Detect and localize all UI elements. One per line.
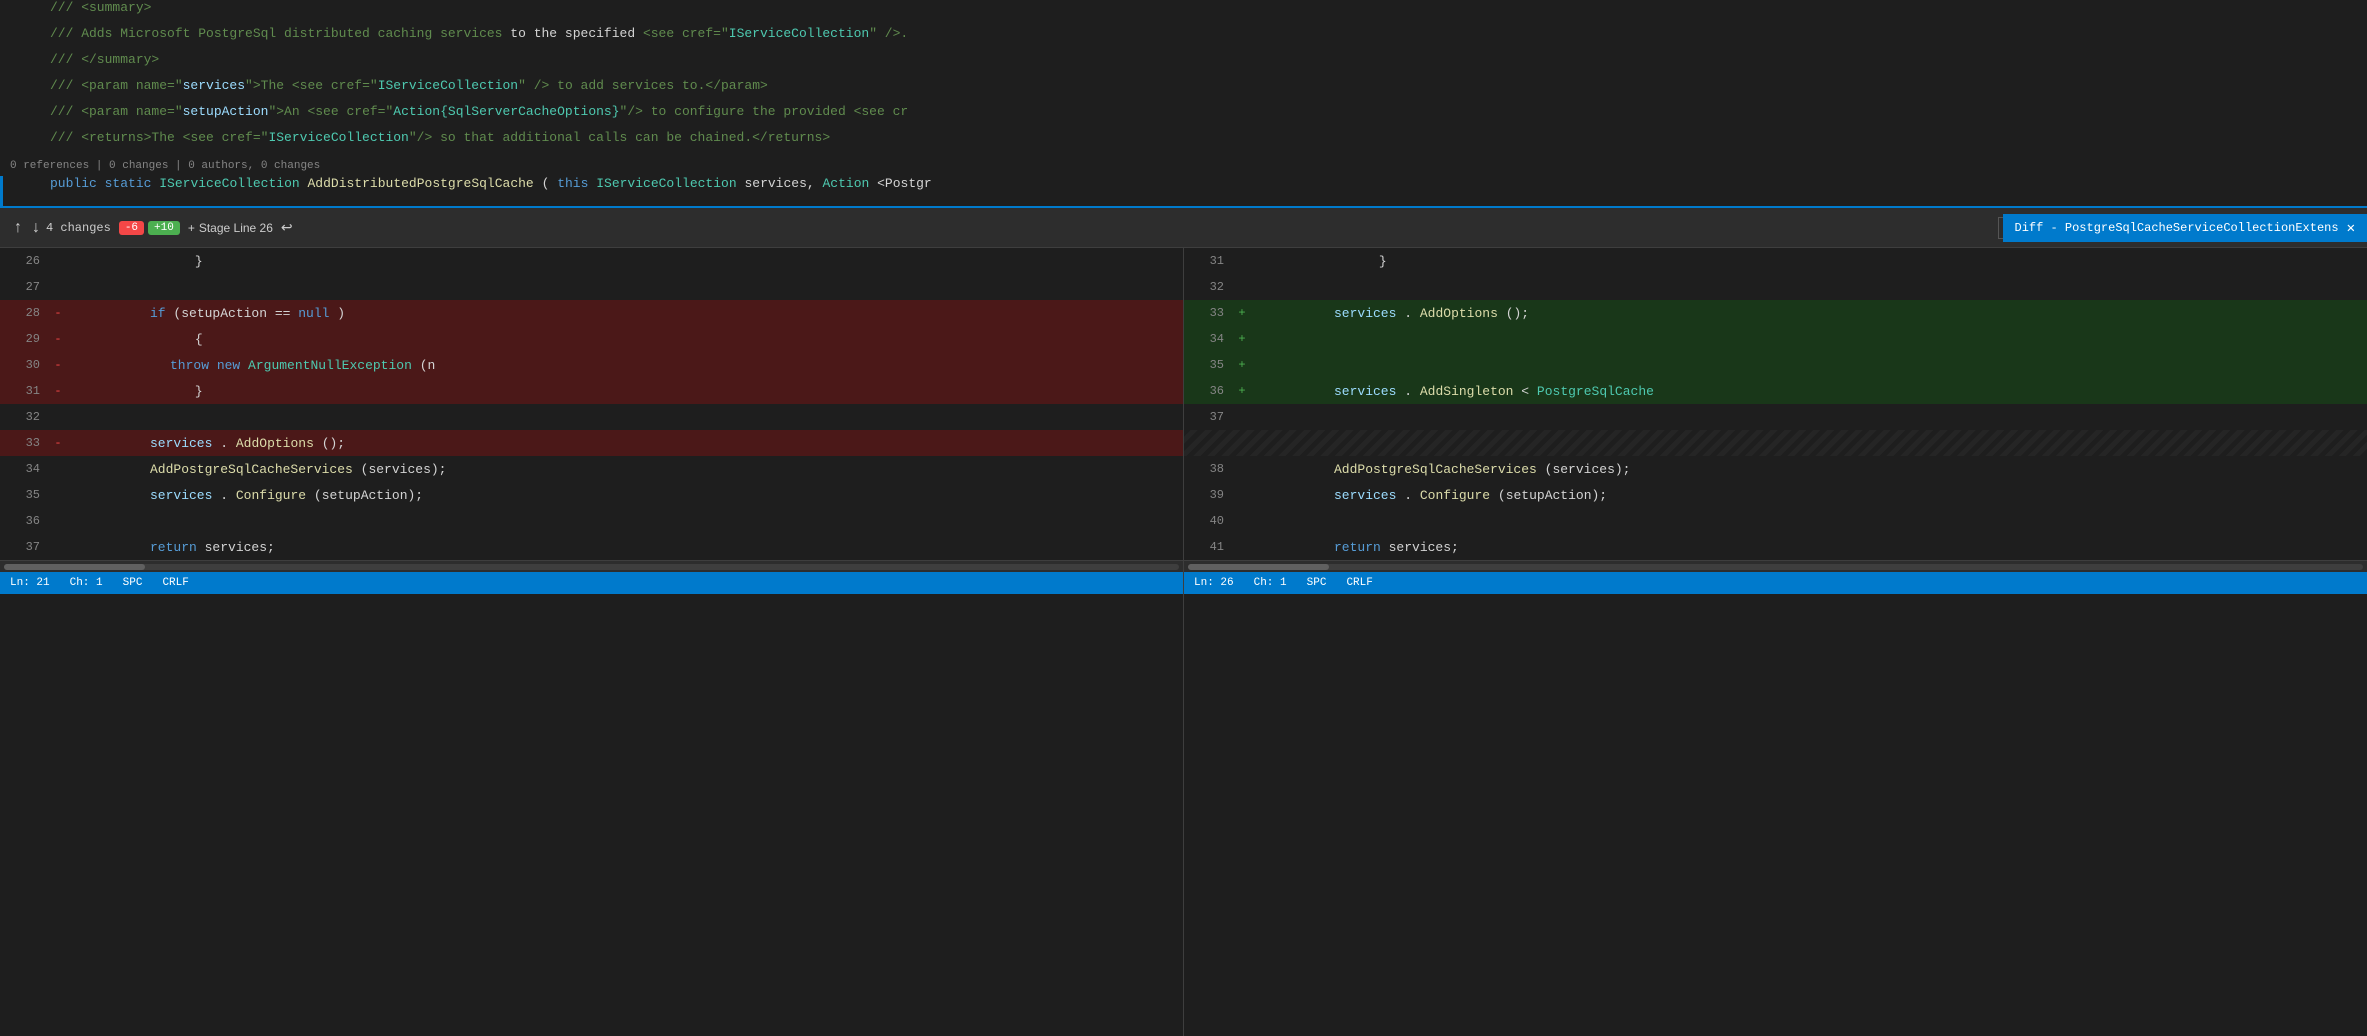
diff-left-line-29: 29 - { — [0, 326, 1183, 352]
plus-icon: + — [188, 221, 195, 235]
close-diff-button[interactable]: ✕ — [2347, 220, 2355, 237]
scrollbar-thumb-right[interactable] — [1188, 564, 1329, 570]
references-line: 0 references | 0 changes | 0 authors, 0 … — [0, 156, 2367, 176]
diff-left-content: 26 } 27 28 - — [0, 248, 1183, 560]
diff-right-line-31: 31 } — [1184, 248, 2367, 274]
changes-count: 4 changes — [46, 221, 111, 235]
status-crlf-left: CRLF — [162, 577, 188, 589]
diff-left-line-34: 34 AddPostgreSqlCacheServices (services)… — [0, 456, 1183, 482]
diff-right-line-36: 36 + services . AddSingleton < PostgreSq… — [1184, 378, 2367, 404]
diff-left-scrollbar[interactable] — [0, 560, 1183, 572]
diff-left-pane[interactable]: 26 } 27 28 - — [0, 248, 1184, 1036]
diff-left-line-37: 37 return services; — [0, 534, 1183, 560]
diff-right-line-38: 38 AddPostgreSqlCacheServices (services)… — [1184, 456, 2367, 482]
diff-right-line-39: 39 services . Configure (setupAction); — [1184, 482, 2367, 508]
code-text-2: /// Adds Microsoft PostgreSql distribute… — [50, 26, 908, 41]
diff-right-line-40: 40 — [1184, 508, 2367, 534]
diff-right-scrollbar[interactable] — [1184, 560, 2367, 572]
diff-right-pane[interactable]: 31 } 32 33 + — [1184, 248, 2367, 1036]
diff-left-line-36: 36 — [0, 508, 1183, 534]
code-line-5: /// <param name="setupAction">An <see cr… — [0, 104, 2367, 130]
removed-badge: -6 — [119, 221, 144, 235]
status-spc-left: SPC — [123, 577, 143, 589]
scrollbar-track-right[interactable] — [1188, 564, 2363, 570]
nav-up-button[interactable]: ↑ — [10, 217, 26, 239]
diff-left-line-32: 32 — [0, 404, 1183, 430]
diff-left-line-30: 30 - throw new ArgumentNullException (n — [0, 352, 1183, 378]
code-line-2: /// Adds Microsoft PostgreSql distribute… — [0, 26, 2367, 52]
method-signature-text: public static IServiceCollection AddDist… — [50, 176, 932, 191]
status-crlf-right: CRLF — [1346, 577, 1372, 589]
diff-right-line-33: 33 + services . AddOptions (); — [1184, 300, 2367, 326]
code-line-6: /// <returns>The <see cref="IServiceColl… — [0, 130, 2367, 156]
method-signature-line: public static IServiceCollection AddDist… — [0, 176, 2367, 206]
code-line-1: /// <summary> — [0, 0, 2367, 26]
scrollbar-thumb-left[interactable] — [4, 564, 145, 570]
code-line-4: /// <param name="services">The <see cref… — [0, 78, 2367, 104]
diff-left-line-27: 27 — [0, 274, 1183, 300]
diff-right-line-32: 32 — [1184, 274, 2367, 300]
diff-header: ↑ ↓ 4 changes -6 +10 + Stage Line 26 ↩ 📋… — [0, 208, 2367, 248]
diff-body: 26 } 27 28 - — [0, 248, 2367, 1036]
code-text-6: /// <returns>The <see cref="IServiceColl… — [50, 130, 830, 145]
code-text-3: /// </summary> — [50, 52, 159, 67]
diff-right-line-35: 35 + — [1184, 352, 2367, 378]
status-spc-right: SPC — [1307, 577, 1327, 589]
diff-right-line-34: 34 + — [1184, 326, 2367, 352]
status-ch-right: Ch: 1 — [1254, 577, 1287, 589]
code-text-4: /// <param name="services">The <see cref… — [50, 78, 768, 93]
code-text-5: /// <param name="setupAction">An <see cr… — [50, 104, 908, 119]
code-text-1: /// <summary> — [50, 0, 151, 15]
diff-right-line-37: 37 — [1184, 404, 2367, 430]
diff-right-content: 31 } 32 33 + — [1184, 248, 2367, 560]
code-line-3: /// </summary> — [0, 52, 2367, 78]
status-ln-left: Ln: 21 — [10, 577, 50, 589]
status-ln-right: Ln: 26 — [1194, 577, 1234, 589]
stage-line-button[interactable]: + Stage Line 26 — [188, 221, 273, 235]
diff-right-status: Ln: 26 Ch: 1 SPC CRLF — [1184, 572, 2367, 594]
diff-right-line-41: 41 return services; — [1184, 534, 2367, 560]
diff-left-line-28: 28 - if (setupAction == null ) — [0, 300, 1183, 326]
status-ch-left: Ch: 1 — [70, 577, 103, 589]
diff-left-line-31: 31 - } — [0, 378, 1183, 404]
undo-button[interactable]: ↩ — [281, 219, 293, 236]
diff-left-line-33: 33 - services . AddOptions (); — [0, 430, 1183, 456]
scrollbar-track-left[interactable] — [4, 564, 1179, 570]
diff-panel: ↑ ↓ 4 changes -6 +10 + Stage Line 26 ↩ 📋… — [0, 206, 2367, 1036]
added-badge: +10 — [148, 221, 180, 235]
editor-container: /// <summary> /// Adds Microsoft Postgre… — [0, 0, 2367, 1036]
nav-down-button[interactable]: ↓ — [28, 217, 44, 239]
diff-left-line-26: 26 } — [0, 248, 1183, 274]
diff-left-status: Ln: 21 Ch: 1 SPC CRLF — [0, 572, 1183, 594]
diff-panel-title: Diff - PostgreSqlCacheServiceCollectionE… — [2003, 214, 2367, 242]
diff-right-empty: 37 — [1184, 430, 2367, 456]
diff-left-line-35: 35 services . Configure (setupAction); — [0, 482, 1183, 508]
top-code-area: /// <summary> /// Adds Microsoft Postgre… — [0, 0, 2367, 206]
